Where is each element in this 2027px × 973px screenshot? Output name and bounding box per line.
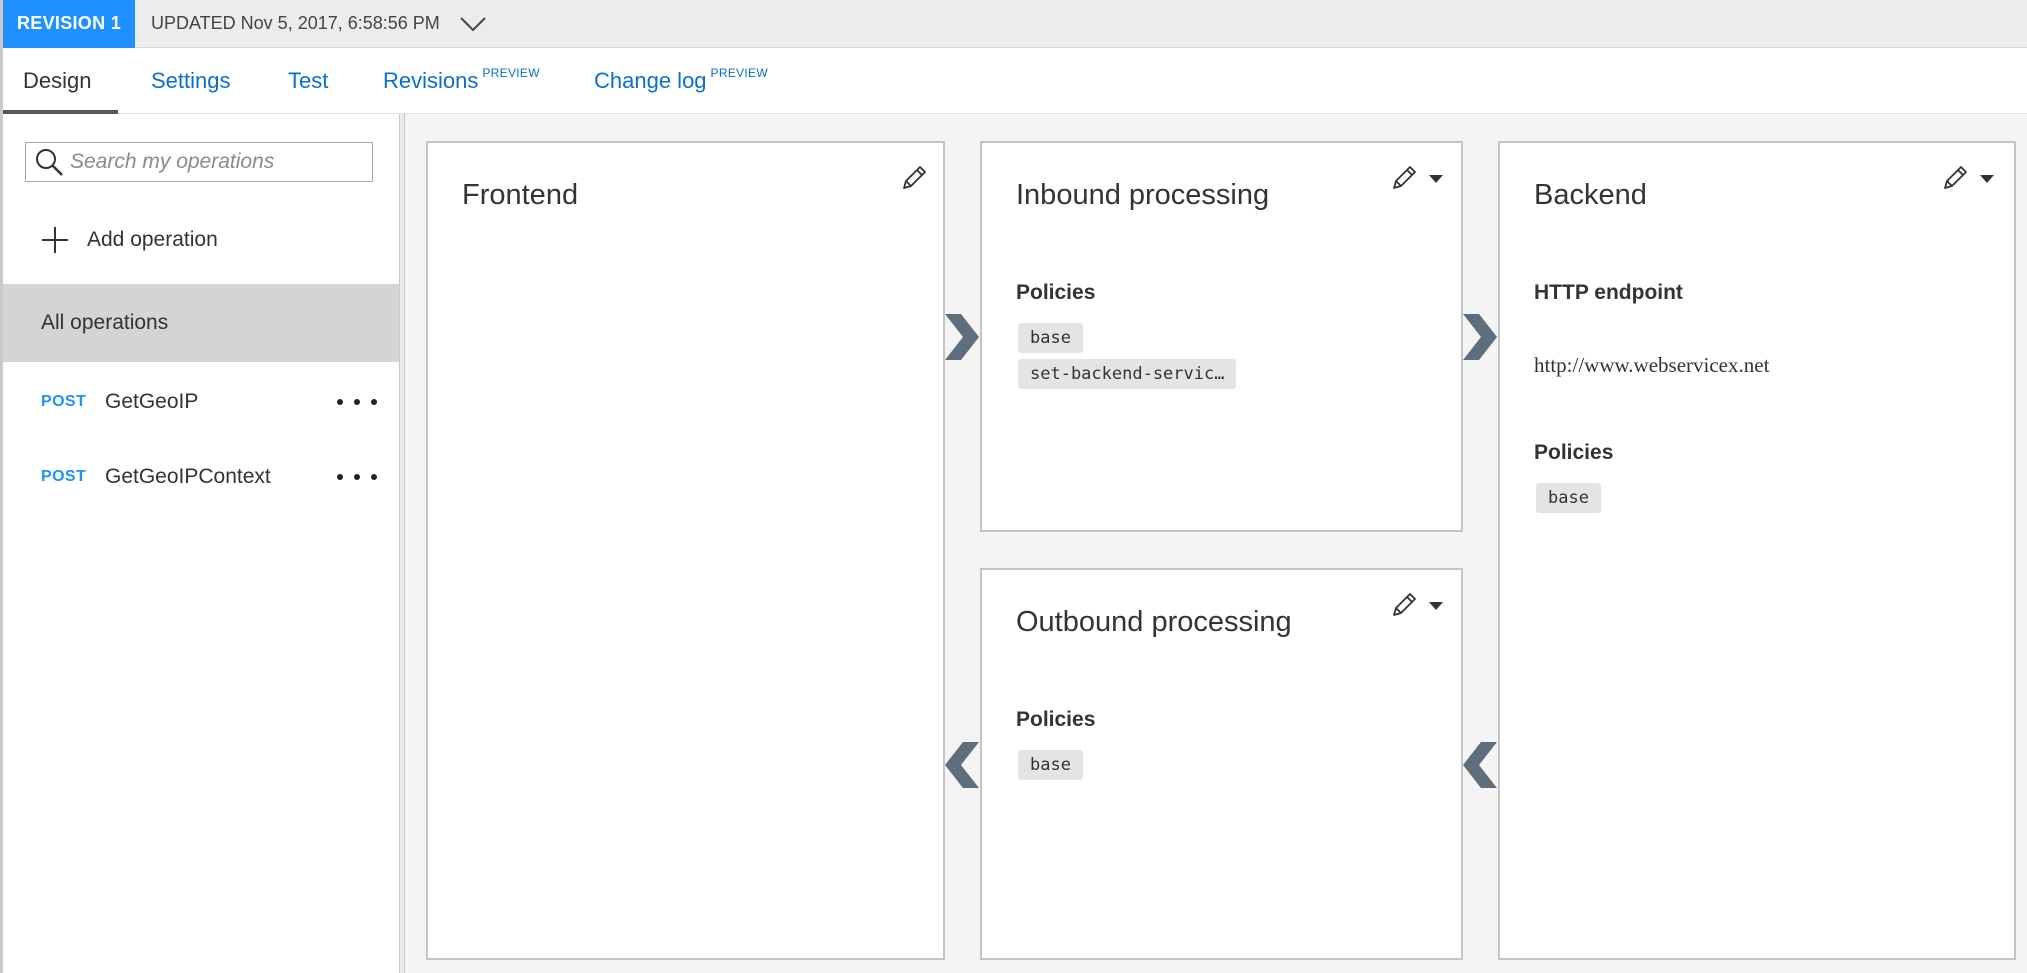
revision-badge[interactable]: REVISION 1 xyxy=(3,0,135,48)
more-options-icon[interactable] xyxy=(337,392,377,412)
http-endpoint-label: HTTP endpoint xyxy=(1534,281,1683,304)
outbound-policies-label: Policies xyxy=(1016,708,1096,731)
revision-updated-text: UPDATED Nov 5, 2017, 6:58:56 PM xyxy=(151,13,440,33)
all-operations-label: All operations xyxy=(41,311,169,334)
tab-change-log-preview-tag: PREVIEW xyxy=(710,66,768,80)
operation-name: GetGeoIPContext xyxy=(105,465,271,488)
frontend-panel: Frontend xyxy=(426,141,945,960)
backend-policies-label: Policies xyxy=(1534,441,1614,464)
tab-settings[interactable]: Settings xyxy=(151,48,231,114)
add-operation-label: Add operation xyxy=(87,228,218,251)
http-endpoint-url: http://www.webservicex.net xyxy=(1534,353,1770,377)
revision-bar: REVISION 1 UPDATED Nov 5, 2017, 6:58:56 … xyxy=(0,0,2027,48)
backend-caret-down-icon[interactable] xyxy=(1977,169,1997,189)
backend-flow-chevron-icon xyxy=(1463,314,1497,360)
all-operations-item[interactable]: All operations xyxy=(3,284,399,362)
tab-revisions[interactable]: Revisions PREVIEW xyxy=(383,48,540,114)
operation-name: GetGeoIP xyxy=(105,390,199,413)
search-icon xyxy=(36,149,63,176)
outbound-edit-pencil-icon[interactable] xyxy=(1387,588,1421,622)
outbound-caret-down-icon[interactable] xyxy=(1426,596,1446,616)
backend-title: Backend xyxy=(1534,179,1647,211)
search-box[interactable] xyxy=(25,142,373,182)
tab-bar: Design Settings Test Revisions PREVIEW C… xyxy=(0,48,2027,114)
operation-item-getgeoip[interactable]: POST GetGeoIP xyxy=(3,372,399,432)
plus-icon xyxy=(42,227,68,253)
search-input[interactable] xyxy=(70,150,360,174)
outbound-flow-chevron-icon xyxy=(945,742,979,788)
tab-design[interactable]: Design xyxy=(23,48,91,114)
policy-tag-set-backend-service[interactable]: set-backend-servic… xyxy=(1018,359,1237,389)
inbound-edit-pencil-icon[interactable] xyxy=(1387,161,1421,195)
design-canvas: Frontend Inbound processing Policies bas… xyxy=(405,114,2027,973)
more-options-icon[interactable] xyxy=(337,467,377,487)
backend-panel: Backend HTTP endpoint http://www.webserv… xyxy=(1498,141,2016,960)
frontend-edit-pencil-icon[interactable] xyxy=(897,161,931,195)
add-operation-button[interactable]: Add operation xyxy=(41,226,218,254)
revision-dropdown-chevron-icon[interactable] xyxy=(460,11,486,37)
tab-change-log[interactable]: Change log PREVIEW xyxy=(594,48,768,114)
policy-tag-base[interactable]: base xyxy=(1536,483,1601,513)
outbound-title: Outbound processing xyxy=(1016,606,1292,638)
inbound-caret-down-icon[interactable] xyxy=(1426,169,1446,189)
tab-test-label: Test xyxy=(288,68,329,93)
policy-tag-base[interactable]: base xyxy=(1018,750,1083,780)
operations-sidebar: Add operation All operations POST GetGeo… xyxy=(0,114,400,973)
tab-design-label: Design xyxy=(23,68,92,93)
backend-edit-pencil-icon[interactable] xyxy=(1938,161,1972,195)
inbound-flow-chevron-icon xyxy=(945,314,979,360)
inbound-processing-panel: Inbound processing Policies base set-bac… xyxy=(980,141,1463,532)
policy-tag-base[interactable]: base xyxy=(1018,323,1083,353)
tab-test[interactable]: Test xyxy=(288,48,328,114)
tab-change-log-label: Change log xyxy=(594,68,707,93)
frontend-title: Frontend xyxy=(462,179,579,211)
inbound-title: Inbound processing xyxy=(1016,179,1270,211)
operation-item-getgeoipcontext[interactable]: POST GetGeoIPContext xyxy=(3,447,399,507)
outbound-processing-panel: Outbound processing Policies base xyxy=(980,568,1463,960)
tab-revisions-preview-tag: PREVIEW xyxy=(482,66,540,80)
operation-method: POST xyxy=(41,393,87,410)
tab-settings-label: Settings xyxy=(151,68,231,93)
operation-method: POST xyxy=(41,468,87,485)
inbound-policies-label: Policies xyxy=(1016,281,1096,304)
tab-revisions-label: Revisions xyxy=(383,68,479,93)
backend-return-chevron-icon xyxy=(1463,742,1497,788)
